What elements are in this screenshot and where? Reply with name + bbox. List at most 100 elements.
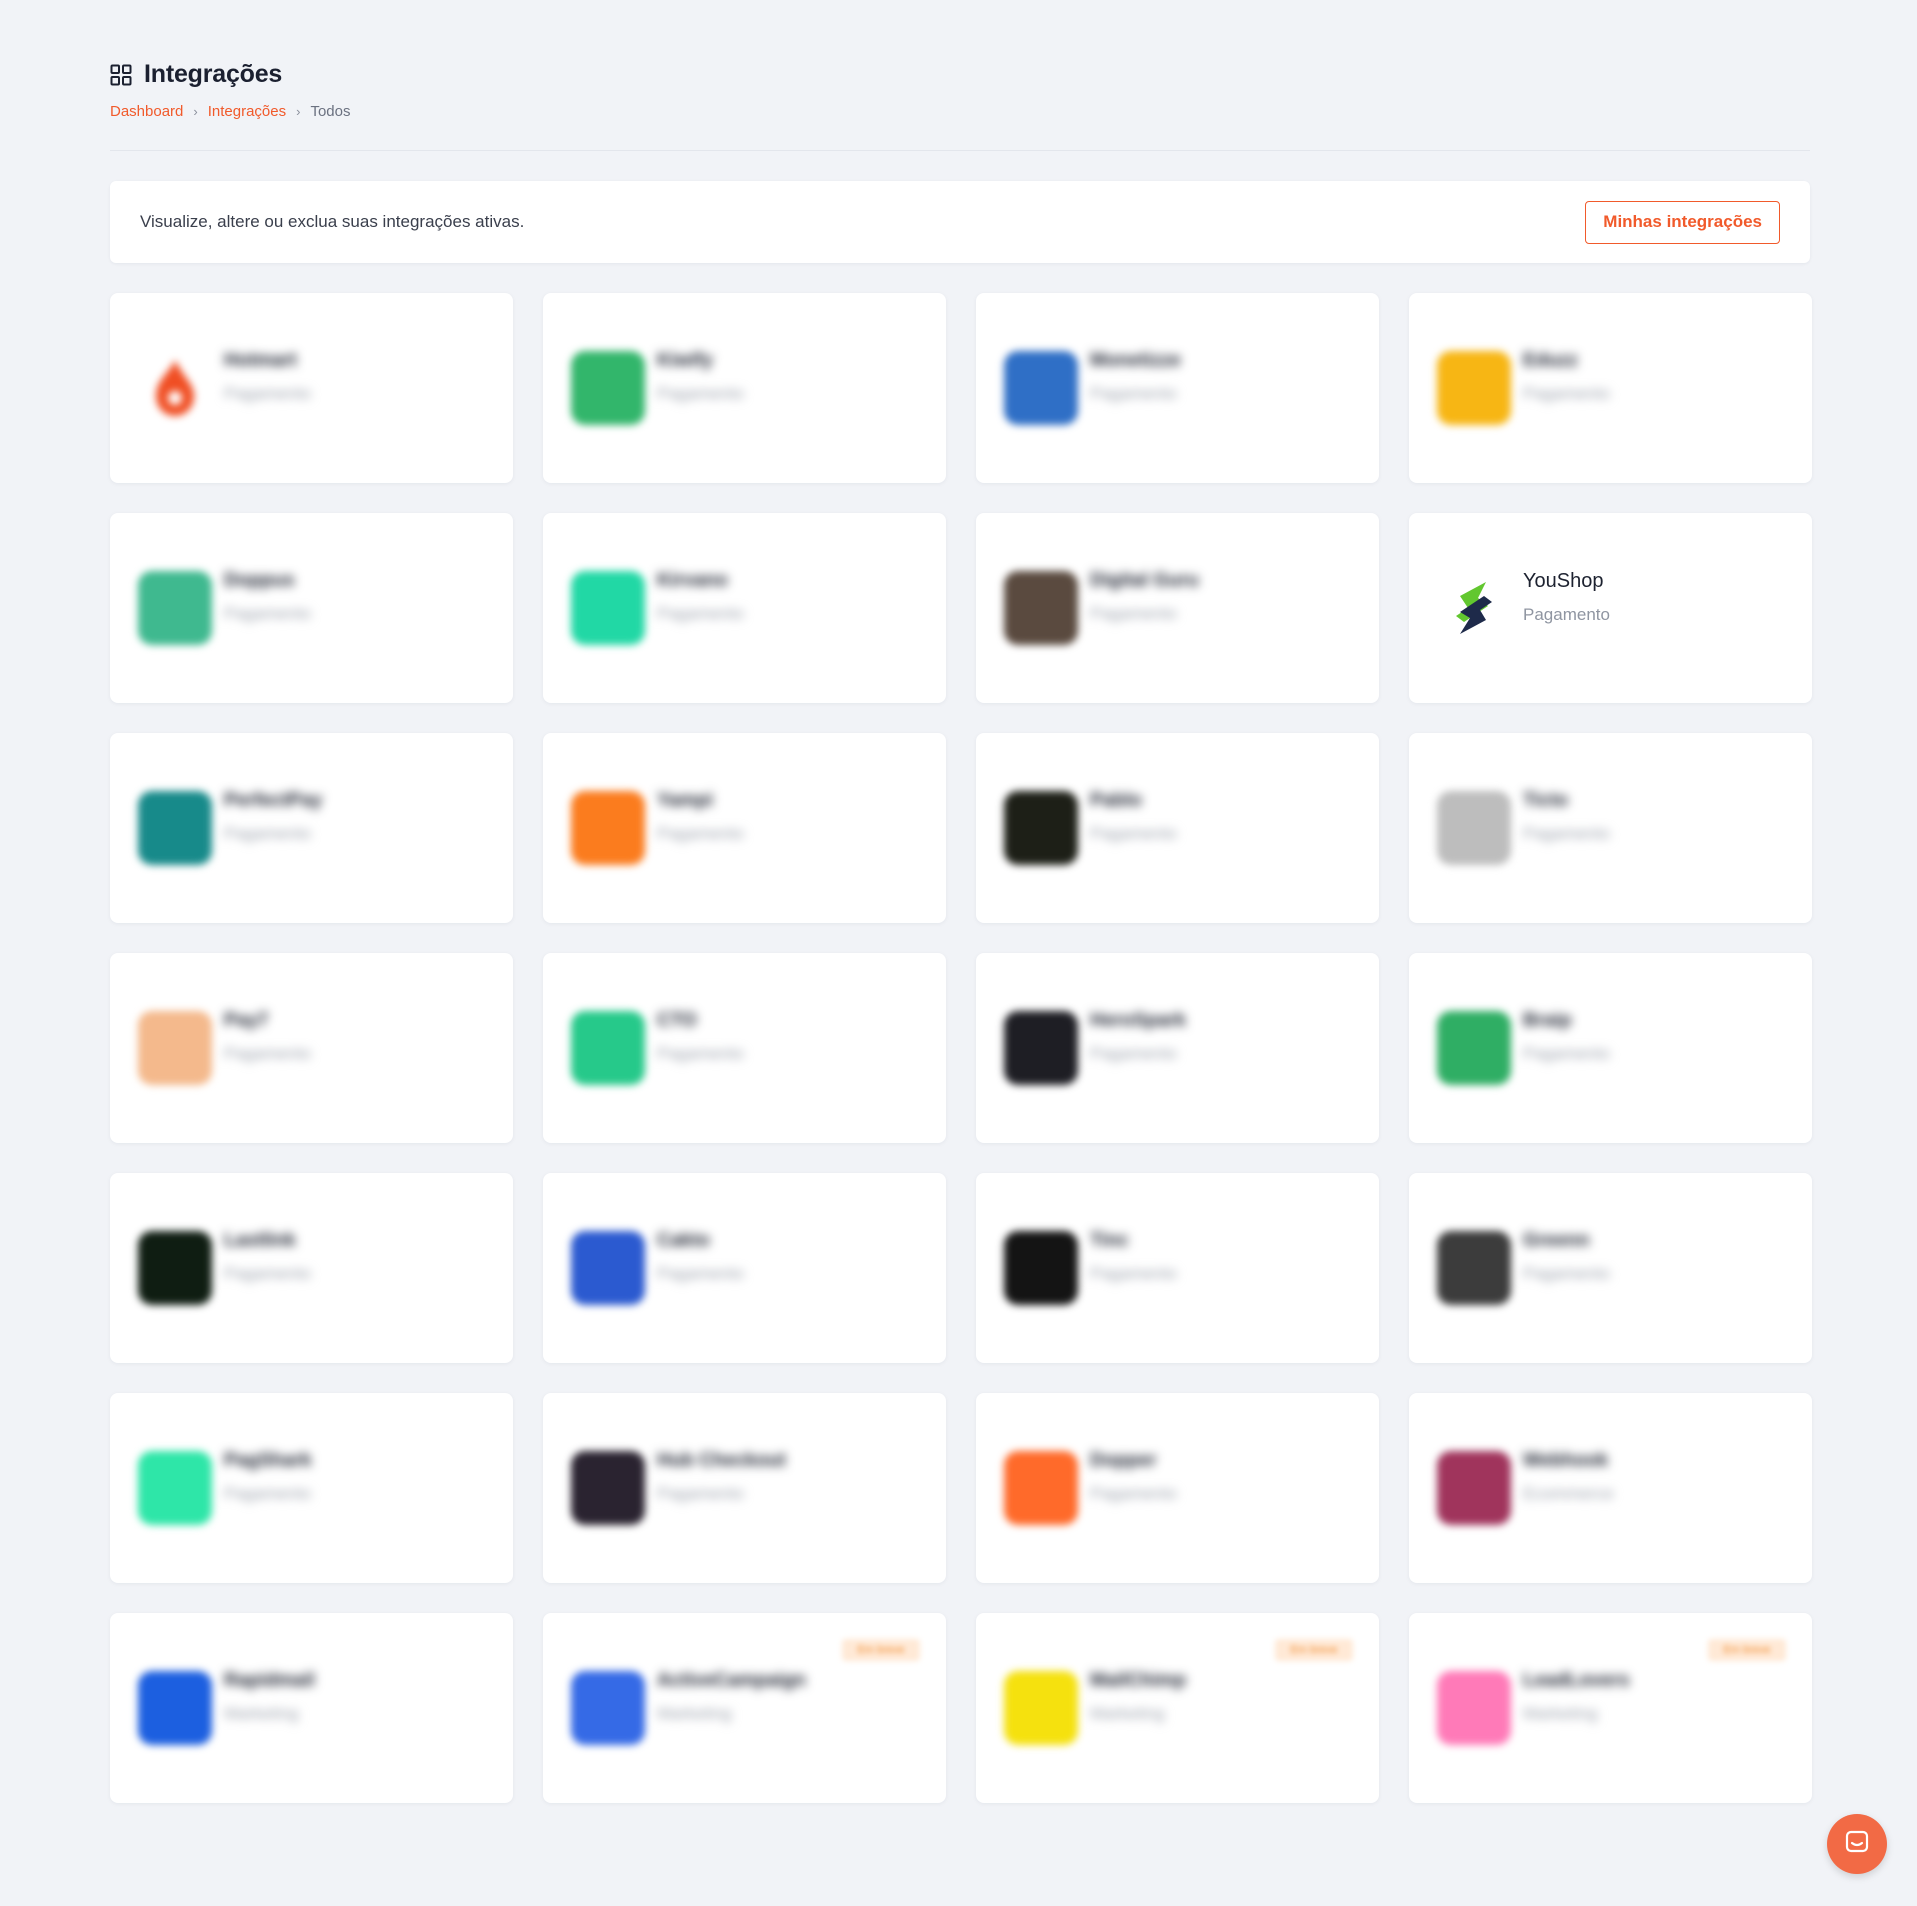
integration-card[interactable]: Hotmart Pagamento	[110, 293, 513, 483]
integration-card[interactable]: PagShark Pagamento	[110, 1393, 513, 1583]
integration-name: Greenn	[1523, 1230, 1590, 1251]
integration-name: Eduzz	[1523, 350, 1578, 371]
integration-name: PagShark	[224, 1450, 312, 1471]
kirvano-logo-icon	[571, 571, 645, 645]
integration-category: Marketing	[1523, 1704, 1598, 1723]
integration-meta: PagShark Pagamento	[224, 1450, 312, 1504]
integration-card[interactable]: Rapidmail Marketing	[110, 1613, 513, 1803]
mailchimp-logo-icon	[1004, 1671, 1078, 1745]
integration-meta: Braip Pagamento	[1523, 1010, 1610, 1064]
breadcrumb-dashboard[interactable]: Dashboard	[110, 103, 183, 120]
integration-card[interactable]: Cakto Pagamento	[543, 1173, 946, 1363]
tinc-logo-icon	[1004, 1231, 1078, 1305]
integration-meta: YouShop Pagamento	[1523, 570, 1610, 625]
integration-card[interactable]: CTO Pagamento	[543, 953, 946, 1143]
integration-name: Lastlink	[224, 1230, 296, 1251]
integration-cards-grid: Hotmart Pagamento Kiwify Pagamento Monetizze…	[110, 293, 1812, 1803]
integration-category: Marketing	[657, 1704, 732, 1723]
integration-category: Pagamento	[224, 384, 311, 403]
integration-name: LeadLovers	[1523, 1670, 1630, 1691]
breadcrumb-current: Todos	[310, 103, 351, 120]
info-bar: Visualize, altere ou exclua suas integra…	[110, 181, 1810, 263]
integration-name: MailChimp	[1090, 1670, 1187, 1691]
integration-category: Pagamento	[657, 824, 744, 843]
integration-name: Braip	[1523, 1010, 1572, 1031]
integration-category: Pagamento	[1523, 604, 1610, 624]
braip-logo-icon	[1437, 1011, 1511, 1085]
integration-name: Monetizze	[1090, 350, 1181, 371]
integration-name: YouShop	[1523, 569, 1604, 592]
monetizze-logo-icon	[1004, 351, 1078, 425]
hotmart-flame-icon	[138, 351, 212, 425]
integration-category: Pagamento	[224, 604, 311, 623]
integration-meta: Pay7 Pagamento	[224, 1010, 311, 1064]
integration-category: Pagamento	[1090, 1044, 1177, 1063]
integration-name: Ticto	[1523, 790, 1569, 811]
eduzz-logo-icon	[1437, 351, 1511, 425]
perfectpay-logo-icon	[138, 791, 212, 865]
integration-meta: Pablo Pagamento	[1090, 790, 1177, 844]
cakto-logo-icon	[571, 1231, 645, 1305]
integration-card[interactable]: HeroSpark Pagamento	[976, 953, 1379, 1143]
integration-card[interactable]: Kiwify Pagamento	[543, 293, 946, 483]
integration-card[interactable]: Lastlink Pagamento	[110, 1173, 513, 1363]
integration-category: Pagamento	[224, 1044, 311, 1063]
integration-meta: Kiwify Pagamento	[657, 350, 744, 404]
integration-name: Rapidmail	[224, 1670, 315, 1691]
integration-card[interactable]: Hub Checkout Pagamento	[543, 1393, 946, 1583]
integration-meta: LeadLovers Marketing	[1523, 1670, 1630, 1724]
pagshark-logo-icon	[138, 1451, 212, 1525]
integration-card[interactable]: YouShop Pagamento	[1409, 513, 1812, 703]
integration-category: Pagamento	[1090, 384, 1177, 403]
integration-category: Pagamento	[1090, 1484, 1177, 1503]
integration-card[interactable]: Pay7 Pagamento	[110, 953, 513, 1143]
integration-meta: Webhook Ecommerce	[1523, 1450, 1614, 1504]
integration-card[interactable]: Tinc Pagamento	[976, 1173, 1379, 1363]
doppus-logo-icon	[138, 571, 212, 645]
integration-card[interactable]: MailChimp Marketing Em breve	[976, 1613, 1379, 1803]
my-integrations-button[interactable]: Minhas integrações	[1585, 200, 1780, 244]
integration-category: Pagamento	[657, 1044, 744, 1063]
breadcrumb-integrations[interactable]: Integrações	[208, 103, 286, 120]
integration-card[interactable]: Ticto Pagamento	[1409, 733, 1812, 923]
integration-card[interactable]: Braip Pagamento	[1409, 953, 1812, 1143]
integration-meta: Doppus Pagamento	[224, 570, 311, 624]
integration-card[interactable]: Pablo Pagamento	[976, 733, 1379, 923]
integration-meta: Digital Guru Pagamento	[1090, 570, 1199, 624]
coming-soon-badge: Em breve	[1708, 1639, 1786, 1661]
integration-card[interactable]: Eduzz Pagamento	[1409, 293, 1812, 483]
pablo-logo-icon	[1004, 791, 1078, 865]
integration-card[interactable]: Yampi Pagamento	[543, 733, 946, 923]
integration-meta: Dopper Pagamento	[1090, 1450, 1177, 1504]
integration-card[interactable]: Kirvano Pagamento	[543, 513, 946, 703]
integration-category: Pagamento	[224, 1484, 311, 1503]
title-row: Integrações	[110, 60, 1810, 89]
integration-card[interactable]: PerfectPay Pagamento	[110, 733, 513, 923]
integration-category: Pagamento	[224, 1264, 311, 1283]
integration-card[interactable]: Doppus Pagamento	[110, 513, 513, 703]
integration-card[interactable]: Webhook Ecommerce	[1409, 1393, 1812, 1583]
integration-card[interactable]: Digital Guru Pagamento	[976, 513, 1379, 703]
chevron-right-icon: ›	[193, 104, 198, 119]
integration-card[interactable]: Dopper Pagamento	[976, 1393, 1379, 1583]
integration-meta: Eduzz Pagamento	[1523, 350, 1610, 404]
integration-name: Digital Guru	[1090, 570, 1199, 591]
chat-button[interactable]	[1827, 1814, 1887, 1874]
leadlovers-logo-icon	[1437, 1671, 1511, 1745]
integration-category: Pagamento	[657, 604, 744, 623]
pay7-logo-icon	[138, 1011, 212, 1085]
integration-card[interactable]: LeadLovers Marketing Em breve	[1409, 1613, 1812, 1803]
integration-meta: Lastlink Pagamento	[224, 1230, 311, 1284]
integration-name: Yampi	[657, 790, 713, 811]
integration-meta: Monetizze Pagamento	[1090, 350, 1181, 404]
activecampaign-logo-icon	[571, 1671, 645, 1745]
integration-card[interactable]: Greenn Pagamento	[1409, 1173, 1812, 1363]
breadcrumb: Dashboard › Integrações › Todos	[110, 103, 1810, 120]
integration-card[interactable]: Monetizze Pagamento	[976, 293, 1379, 483]
integration-meta: Rapidmail Marketing	[224, 1670, 315, 1724]
lastlink-logo-icon	[138, 1231, 212, 1305]
integration-card[interactable]: ActiveCampaign Marketing Em breve	[543, 1613, 946, 1803]
integration-name: Pablo	[1090, 790, 1142, 811]
integration-meta: Yampi Pagamento	[657, 790, 744, 844]
integration-category: Pagamento	[1090, 824, 1177, 843]
